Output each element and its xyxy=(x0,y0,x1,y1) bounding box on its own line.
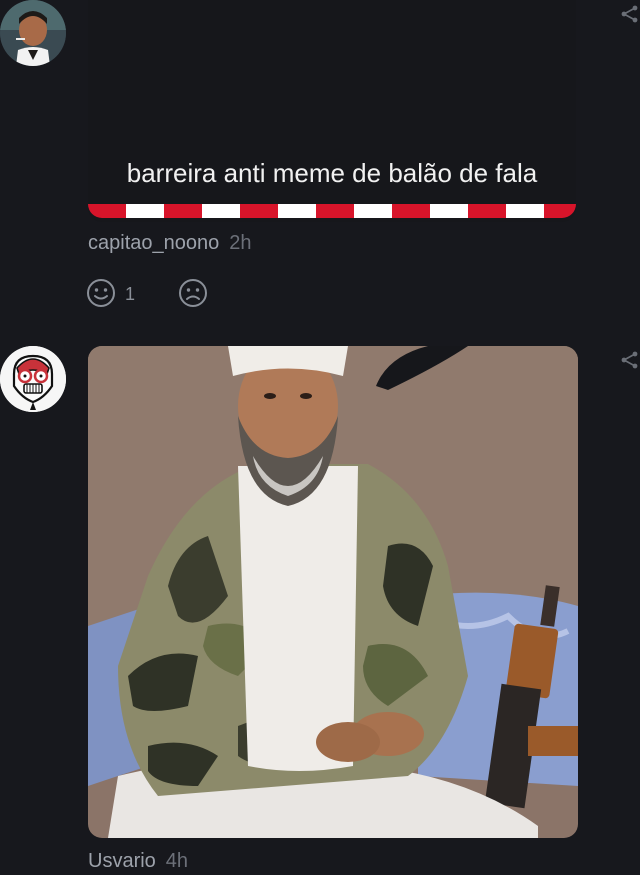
share-icon[interactable] xyxy=(620,350,640,370)
user-avatar[interactable] xyxy=(0,0,66,66)
share-icon[interactable] xyxy=(620,4,640,24)
user-avatar[interactable] xyxy=(0,346,66,412)
username-link[interactable]: Usvario xyxy=(88,850,156,872)
frown-reaction-icon[interactable] xyxy=(178,278,208,308)
barrier-stripe xyxy=(88,204,576,218)
post-meta: Usvario 4h xyxy=(88,850,188,873)
post-image[interactable] xyxy=(88,346,578,838)
photo-illustration xyxy=(88,346,578,838)
avatar-image xyxy=(0,0,66,66)
meme-caption: barreira anti meme de balão de fala xyxy=(126,158,538,188)
post-time: 2h xyxy=(229,232,252,254)
avatar-image xyxy=(0,346,66,412)
username-link[interactable]: capitao_noono xyxy=(88,232,219,254)
smile-reaction-icon[interactable] xyxy=(86,278,116,308)
post-meta: capitao_noono 2h xyxy=(88,232,251,255)
like-count: 1 xyxy=(125,284,136,304)
post-time: 4h xyxy=(165,850,189,872)
post-image[interactable]: barreira anti meme de balão de fala xyxy=(88,0,576,222)
feed: barreira anti meme de balão de fala capi… xyxy=(0,0,640,875)
